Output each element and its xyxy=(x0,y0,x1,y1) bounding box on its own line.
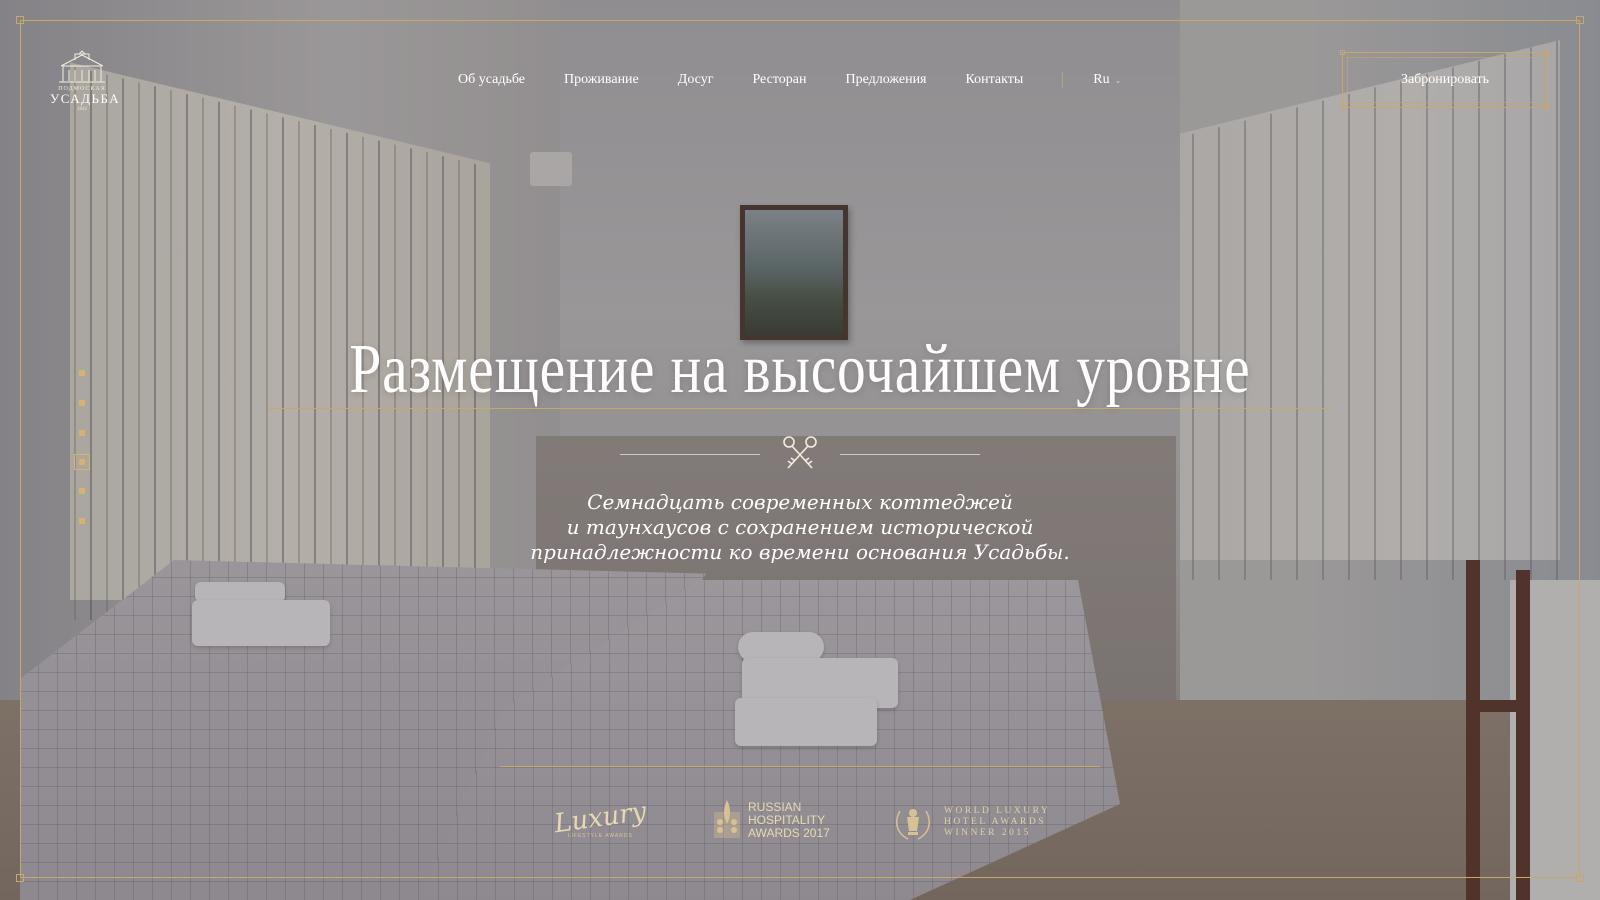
hero-title-underline xyxy=(268,408,1332,409)
award-russian-hospitality: RUSSIAN HOSPITALITY AWARDS 2017 xyxy=(712,795,830,845)
language-selector[interactable]: Ru ⌄ xyxy=(1093,72,1121,88)
slider-dot[interactable] xyxy=(79,400,85,406)
nav-item-accommodation[interactable]: Проживание xyxy=(564,72,639,88)
button-corner xyxy=(1545,50,1550,55)
button-corner xyxy=(1545,105,1550,110)
nav-divider xyxy=(1062,72,1064,88)
language-label: Ru xyxy=(1093,72,1110,87)
frame-corner xyxy=(1576,16,1584,24)
nav-item-restaurant[interactable]: Ресторан xyxy=(752,72,806,88)
slider-dot-active[interactable] xyxy=(74,454,90,470)
laurel-emblem-icon xyxy=(714,800,740,838)
slider-dot[interactable] xyxy=(79,488,85,494)
frame-corner xyxy=(16,16,24,24)
chevron-down-icon: ⌄ xyxy=(1114,75,1122,85)
award-wlha-line: WINNER 2015 xyxy=(944,827,1031,838)
awards-divider xyxy=(500,766,1100,767)
award-luxury-lifestyle: Luxury LIFESTYLE AWARDS xyxy=(552,796,648,846)
crossed-keys-icon xyxy=(783,436,817,469)
award-wlha-line: WORLD LUXURY xyxy=(944,805,1051,816)
hero-subtitle-line: и таунхаусов с сохранением исторической xyxy=(566,515,1034,539)
slider-dot[interactable] xyxy=(79,430,85,436)
hero-subtitle: Семнадцать современных коттеджей и таунх… xyxy=(400,490,1200,565)
award-world-luxury-hotel: WORLD LUXURY HOTEL AWARDS WINNER 2015 xyxy=(892,800,1050,844)
nav-item-leisure[interactable]: Досуг xyxy=(678,72,714,88)
hero-subtitle-line: принадлежности ко времени основания Усад… xyxy=(530,540,1070,564)
award-rha-line: AWARDS 2017 xyxy=(748,825,830,840)
slider-dot[interactable] xyxy=(79,518,85,524)
book-button[interactable]: Забронировать xyxy=(1340,50,1550,110)
award-rha-line: HOSPITALITY xyxy=(748,812,826,827)
hero-title: Размещение на высочайшем уровне xyxy=(349,331,1251,408)
book-button-label: Забронировать xyxy=(1400,72,1490,87)
frame-corner xyxy=(16,874,24,882)
slider-pagination xyxy=(74,370,90,548)
manor-house-logo-icon xyxy=(59,50,105,83)
logo-year: 1842 xyxy=(77,107,87,112)
frame-corner xyxy=(1576,874,1584,882)
divider-line-left xyxy=(620,454,760,455)
hero-subtitle-line: Семнадцать современных коттеджей xyxy=(587,490,1013,514)
nav-item-offers[interactable]: Предложения xyxy=(845,72,926,88)
nav-item-contacts[interactable]: Контакты xyxy=(966,72,1024,88)
site-logo[interactable]: ПОДМОСКАЯ УСАДЬБА 1842 xyxy=(50,50,121,120)
award-rha-line: RUSSIAN xyxy=(748,799,802,814)
slider-dot[interactable] xyxy=(79,370,85,376)
nav-item-about[interactable]: Об усадьбе xyxy=(458,72,525,88)
divider-line-right xyxy=(840,454,980,455)
main-nav: Об усадьбе Проживание Досуг Ресторан Пре… xyxy=(458,70,1121,90)
button-corner xyxy=(1340,50,1345,55)
wreath-trophy-icon xyxy=(895,809,931,840)
logo-title: УСАДЬБА xyxy=(50,91,121,106)
button-corner xyxy=(1340,105,1345,110)
award-wlha-line: HOTEL AWARDS xyxy=(944,816,1046,827)
